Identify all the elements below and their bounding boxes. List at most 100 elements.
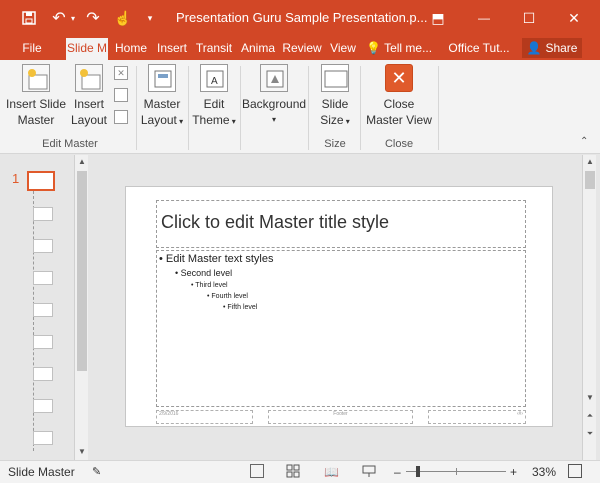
thumbnail-layout[interactable]: [33, 207, 53, 221]
body-placeholder[interactable]: • Edit Master text styles • Second level…: [156, 250, 526, 407]
master-layout-label-1: Master: [143, 97, 181, 111]
scroll-down-icon[interactable]: ▼: [583, 391, 597, 405]
slide-canvas: Click to edit Master title style • Edit …: [125, 186, 553, 427]
caret-down-icon: ▾: [271, 115, 276, 124]
close-master-view-icon: ✕: [385, 64, 413, 92]
zoom-level[interactable]: 33%: [532, 465, 556, 479]
insert-layout-label-1: Insert: [73, 97, 104, 111]
next-slide-icon[interactable]: ⏷: [583, 427, 597, 441]
delete-icon[interactable]: ✕: [114, 66, 128, 80]
text-level-4: • Fourth level: [207, 293, 248, 300]
reading-view-icon[interactable]: 📖: [324, 465, 339, 479]
tab-file[interactable]: File: [14, 36, 50, 60]
maximize-button[interactable]: ☐: [515, 0, 543, 36]
thumbnail-layout[interactable]: [33, 239, 53, 253]
save-icon[interactable]: [18, 0, 40, 36]
size-group-label: Size: [324, 138, 346, 150]
edit-theme-icon: A: [200, 64, 228, 92]
tab-animations[interactable]: Anima: [238, 36, 278, 60]
thumbnail-pane: 1 ▲ ▼: [0, 155, 90, 460]
scroll-down-icon[interactable]: ▼: [75, 445, 89, 459]
slide-size-label-2-row: Size ▾: [312, 112, 358, 130]
touch-mode-icon[interactable]: ☝: [112, 0, 134, 36]
caret-down-icon: ▾: [343, 117, 350, 126]
slide-show-icon[interactable]: [362, 464, 376, 481]
separator: [240, 66, 241, 150]
master-layout-button[interactable]: Master Layout ▾: [138, 64, 186, 130]
thumbnail-layout[interactable]: [33, 367, 53, 381]
text-level-1: • Edit Master text styles: [159, 253, 274, 265]
zoom-slider[interactable]: [406, 466, 506, 477]
scrollbar-thumb[interactable]: [585, 171, 595, 189]
thumbnail-layout[interactable]: [33, 303, 53, 317]
preserve-icon[interactable]: [114, 110, 128, 124]
ribbon-tabs: File Slide M Home Insert Transit Anima R…: [0, 36, 600, 60]
zoom-slider-center-mark: [456, 468, 457, 475]
close-master-view-label-2: Master View: [366, 113, 432, 127]
title-placeholder-text: Click to edit Master title style: [161, 212, 390, 232]
edit-master-group-label: Edit Master: [42, 138, 98, 150]
share-button[interactable]: 👤 Share: [522, 38, 582, 58]
slide-sorter-icon[interactable]: [286, 464, 300, 481]
share-label: Share: [545, 41, 578, 55]
thumbnail-scrollbar[interactable]: ▲ ▼: [74, 155, 88, 460]
slide-number-placeholder[interactable]: ‹#›: [428, 410, 526, 424]
view-name: Slide Master: [8, 465, 75, 479]
close-master-view-label-1: Close: [383, 97, 415, 111]
background-label: Background: [242, 97, 307, 111]
ribbon-display-options-button[interactable]: ⬒: [424, 0, 452, 36]
tab-transitions[interactable]: Transit: [194, 36, 234, 60]
zoom-in-button[interactable]: +: [510, 465, 517, 479]
redo-icon[interactable]: ↷: [82, 0, 104, 36]
scroll-up-icon[interactable]: ▲: [583, 155, 597, 169]
tab-slide-master[interactable]: Slide M: [66, 38, 108, 60]
customize-qat-icon[interactable]: ▾: [142, 0, 158, 36]
slide-editor: Click to edit Master title style • Edit …: [92, 155, 596, 460]
separator: [136, 66, 137, 150]
text-level-3: • Third level: [191, 282, 228, 289]
thumbnail-layout[interactable]: [33, 399, 53, 413]
background-button[interactable]: Background ▾: [242, 64, 306, 128]
zoom-out-button[interactable]: –: [394, 465, 401, 479]
date-placeholder[interactable]: 2/9/2016: [156, 410, 253, 424]
tell-me-box[interactable]: 💡 Tell me...: [366, 36, 438, 60]
previous-slide-icon[interactable]: ⏶: [583, 409, 597, 423]
tab-insert[interactable]: Insert: [154, 36, 190, 60]
scroll-up-icon[interactable]: ▲: [75, 155, 89, 169]
background-icon: [260, 64, 288, 92]
thumbnail-layout[interactable]: [33, 271, 53, 285]
footer-placeholder[interactable]: Footer: [268, 410, 413, 424]
text-level-2: • Second level: [175, 268, 233, 278]
normal-view-icon[interactable]: [250, 464, 264, 478]
close-button[interactable]: ✕: [560, 0, 588, 36]
tab-review[interactable]: Review: [282, 36, 322, 60]
minimize-button[interactable]: —: [470, 0, 498, 36]
spelling-icon[interactable]: ✎: [92, 465, 101, 478]
tell-me-label: Tell me...: [384, 41, 433, 55]
zoom-slider-thumb[interactable]: [416, 466, 420, 477]
separator: [308, 66, 309, 150]
rename-icon[interactable]: [114, 88, 128, 102]
collapse-ribbon-icon[interactable]: ⌃: [580, 136, 588, 147]
edit-theme-button[interactable]: A Edit Theme ▾: [190, 64, 238, 130]
undo-icon[interactable]: ↶: [48, 0, 70, 36]
edit-theme-label-2: Theme: [192, 113, 230, 127]
scrollbar-thumb[interactable]: [77, 171, 87, 371]
thumbnail-master[interactable]: [27, 171, 55, 191]
status-bar: Slide Master ✎ 📖 – + 33%: [0, 460, 600, 483]
editor-scrollbar[interactable]: ▲ ▼ ⏶ ⏷: [582, 155, 596, 460]
slide-size-button[interactable]: Slide Size ▾: [312, 64, 358, 130]
fit-to-window-icon[interactable]: [568, 464, 582, 478]
title-placeholder[interactable]: Click to edit Master title style: [156, 200, 526, 248]
tab-view[interactable]: View: [326, 36, 360, 60]
thumbnail-layout[interactable]: [33, 335, 53, 349]
undo-dropdown-icon[interactable]: ▾: [68, 0, 78, 36]
account-name[interactable]: Office Tut...: [444, 36, 514, 60]
insert-layout-label-2: Layout: [70, 113, 108, 127]
slide-number: 1: [12, 171, 20, 186]
insert-slide-master-button[interactable]: Insert Slide Master: [4, 64, 68, 128]
thumbnail-layout[interactable]: [33, 431, 53, 445]
insert-layout-button[interactable]: Insert Layout: [66, 64, 112, 128]
tab-home[interactable]: Home: [112, 36, 150, 60]
close-master-view-button[interactable]: ✕ Close Master View: [362, 64, 436, 128]
